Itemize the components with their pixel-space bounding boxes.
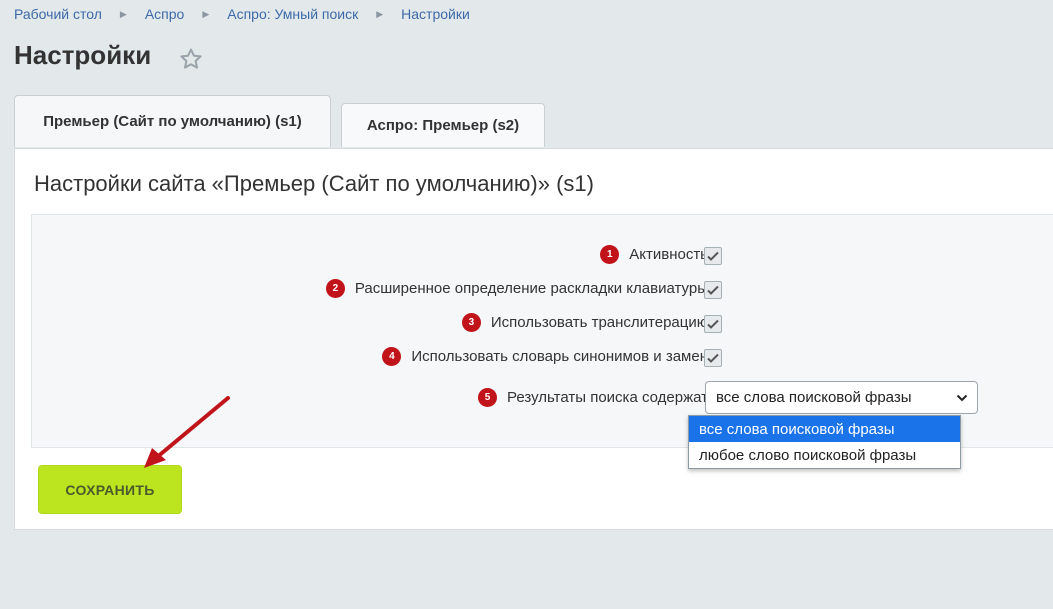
panel-title: Настройки сайта «Премьер (Сайт по умолча…	[34, 171, 594, 196]
step-badge: 3	[461, 313, 481, 332]
search-results-select[interactable]: все слова поисковой фразы	[705, 381, 978, 414]
breadcrumb-separator-icon: ▶	[202, 8, 210, 19]
setting-label: Результаты поиска содержат	[507, 389, 708, 406]
dropdown-option-all-words[interactable]: все слова поисковой фразы	[689, 416, 960, 442]
dropdown-option-any-word[interactable]: любое слово поисковой фразы	[689, 442, 960, 468]
setting-row-activity: 1 Активность	[600, 245, 708, 264]
setting-label: Расширенное определение раскладки клавиа…	[354, 280, 708, 297]
setting-label: Использовать словарь синонимов и замен	[411, 348, 708, 365]
tab-site-s1[interactable]: Премьер (Сайт по умолчанию) (s1)	[14, 95, 331, 147]
setting-label: Использовать транслитерацию	[490, 314, 708, 331]
check-icon	[707, 285, 719, 295]
breadcrumb-smart-search[interactable]: Аспро: Умный поиск	[227, 6, 358, 22]
step-badge: 5	[478, 388, 498, 407]
keyboard-layout-checkbox[interactable]	[704, 281, 722, 299]
page-title: Настройки	[14, 40, 152, 70]
setting-label: Активность	[629, 246, 708, 263]
step-badge: 4	[382, 347, 402, 366]
check-icon	[707, 353, 719, 363]
step-badge: 2	[325, 279, 345, 298]
search-results-dropdown: все слова поисковой фразы любое слово по…	[688, 415, 961, 469]
setting-row-keyboard-layout: 2 Расширенное определение раскладки клав…	[325, 279, 708, 298]
breadcrumb-aspro[interactable]: Аспро	[145, 6, 185, 22]
setting-row-search-results: 5 Результаты поиска содержат	[478, 388, 708, 407]
annotation-arrow-icon	[144, 396, 230, 468]
breadcrumb: Рабочий стол ▶ Аспро ▶ Аспро: Умный поис…	[14, 6, 470, 22]
transliteration-checkbox[interactable]	[704, 315, 722, 333]
check-icon	[707, 319, 719, 329]
setting-row-transliteration: 3 Использовать транслитерацию	[461, 313, 708, 332]
breadcrumb-settings[interactable]: Настройки	[401, 6, 470, 22]
step-badge: 1	[600, 245, 620, 264]
tabs: Премьер (Сайт по умолчанию) (s1) Аспро: …	[14, 95, 555, 147]
activity-checkbox[interactable]	[704, 247, 722, 265]
synonyms-checkbox[interactable]	[704, 349, 722, 367]
tab-site-s2[interactable]: Аспро: Премьер (s2)	[341, 103, 545, 147]
breadcrumb-desktop[interactable]: Рабочий стол	[14, 6, 102, 22]
select-value: все слова поисковой фразы	[716, 389, 912, 406]
breadcrumb-separator-icon: ▶	[376, 8, 384, 19]
chevron-down-icon	[956, 394, 968, 402]
setting-row-synonyms: 4 Использовать словарь синонимов и замен	[382, 347, 708, 366]
breadcrumb-separator-icon: ▶	[119, 8, 127, 19]
check-icon	[707, 251, 719, 261]
star-icon[interactable]	[179, 47, 203, 71]
